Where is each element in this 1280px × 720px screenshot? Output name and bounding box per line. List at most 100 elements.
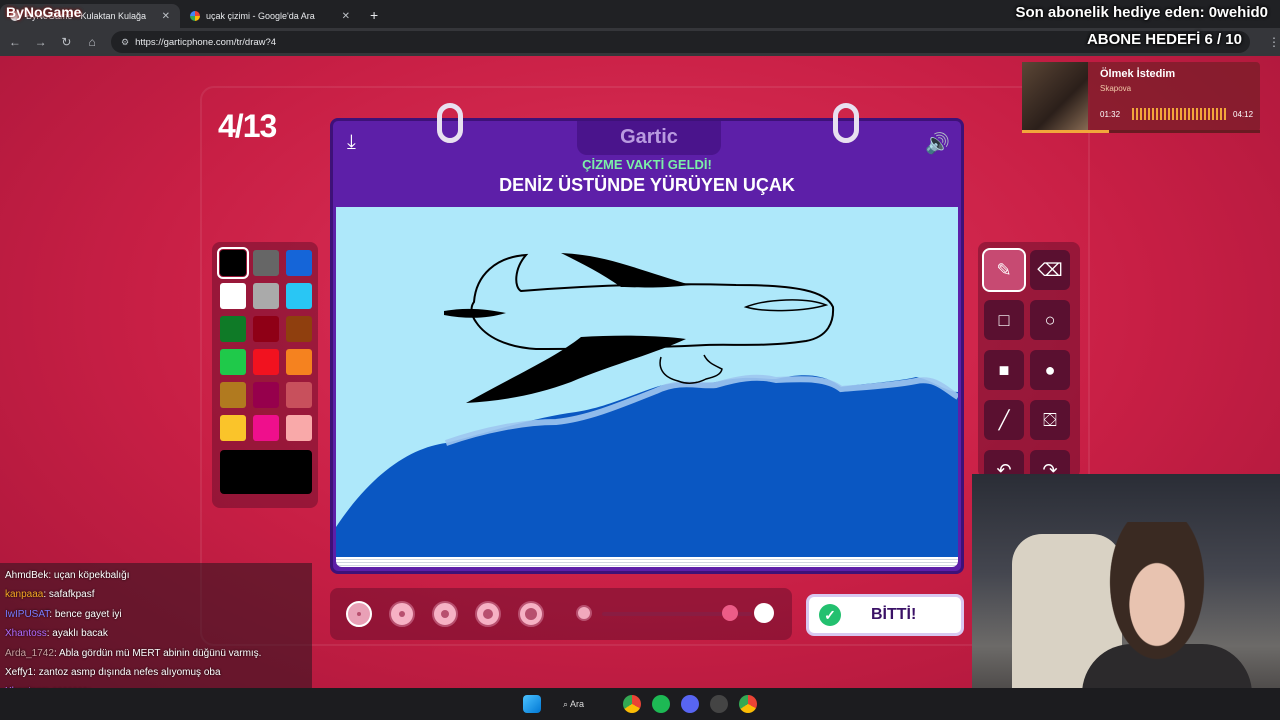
elapsed-time: 01:32: [1100, 110, 1121, 119]
close-tab-icon[interactable]: ✕: [342, 11, 350, 22]
brush-size-dot-icon: [399, 611, 405, 617]
color-swatch[interactable]: [253, 349, 279, 375]
airplane-top-wing: [561, 253, 691, 288]
line-icon[interactable]: ╱: [984, 400, 1024, 440]
chat-username: Xeffy1: [5, 666, 34, 678]
opacity-slider-handle[interactable]: [721, 605, 738, 621]
track-duration: 04:12: [1233, 110, 1254, 119]
track-progress-bar: [1022, 130, 1260, 133]
streamer-face: [1102, 522, 1212, 672]
color-swatch[interactable]: [286, 415, 312, 441]
color-swatch[interactable]: [220, 316, 246, 342]
check-icon: ✓: [819, 604, 841, 626]
tab-google-search[interactable]: uçak çizimi - Google'da Ara ✕: [180, 4, 360, 28]
url-text: https://garticphone.com/tr/draw?4: [135, 36, 277, 48]
color-swatch[interactable]: [220, 415, 246, 441]
sub-goal-text: ABONE HEDEFİ 6 / 10: [1086, 31, 1242, 48]
color-swatch[interactable]: [253, 316, 279, 342]
draw-time-subtitle: ÇİZME VAKTİ GELDİ!: [582, 157, 712, 172]
chrome-icon[interactable]: [623, 695, 641, 713]
drawing-canvas[interactable]: [336, 207, 958, 557]
binder-ring-right: [833, 103, 859, 143]
brush-size-2[interactable]: [389, 601, 415, 627]
circle-filled-icon[interactable]: ●: [1030, 350, 1070, 390]
color-swatch[interactable]: [286, 316, 312, 342]
close-tab-icon[interactable]: ✕: [162, 11, 170, 22]
color-swatch[interactable]: [253, 382, 279, 408]
chat-username: AhmdBek: [5, 570, 49, 581]
square-outline-icon[interactable]: □: [984, 300, 1024, 340]
chat-message: Xeffy1: zantoz asmp dışında nefes alıyom…: [5, 663, 307, 682]
chrome-profile-icon[interactable]: [739, 695, 757, 713]
color-swatch[interactable]: [253, 250, 279, 276]
chat-text: : uçan köpekbalığı: [48, 570, 130, 581]
color-swatch[interactable]: [286, 283, 312, 309]
menu-kebab-icon[interactable]: ⋮: [1268, 35, 1280, 49]
chat-text: : Abla gördün mü MERT abinin düğünü varm…: [53, 647, 262, 659]
back-arrow-icon[interactable]: ←: [8, 35, 22, 49]
color-swatch[interactable]: [217, 247, 249, 279]
done-button[interactable]: ✓ BİTTİ!: [806, 594, 964, 636]
color-swatch[interactable]: [253, 283, 279, 309]
home-icon[interactable]: ⌂: [85, 35, 99, 49]
track-progress-fill: [1022, 130, 1109, 133]
color-swatch[interactable]: [286, 349, 312, 375]
opacity-min-icon: [576, 605, 592, 621]
google-favicon-icon: [190, 11, 200, 21]
chat-text: : safafkpasf: [43, 589, 95, 601]
eraser-icon[interactable]: ⌫: [1030, 250, 1070, 290]
speaker-icon[interactable]: 🔊: [925, 131, 950, 156]
color-swatch[interactable]: [253, 415, 279, 441]
color-swatch[interactable]: [220, 349, 246, 375]
obs-icon[interactable]: [710, 695, 728, 713]
download-icon[interactable]: ⤓: [347, 131, 356, 154]
chat-message: Xhantoss: ayaklı bacak: [5, 624, 307, 643]
chat-message: AhmdBek: uçan köpekbalığı: [5, 566, 307, 585]
pencil-icon[interactable]: ✎: [982, 248, 1026, 292]
taskbar-search-label: Ara: [570, 699, 585, 709]
brush-size-5[interactable]: [518, 601, 544, 627]
color-swatch[interactable]: [220, 283, 246, 309]
brush-size-3[interactable]: [432, 601, 458, 627]
song-artist: Skapova: [1100, 84, 1132, 93]
spotify-icon[interactable]: [652, 695, 670, 713]
chat-text: : ayaklı bacak: [46, 628, 108, 640]
square-filled-icon[interactable]: ■: [984, 350, 1024, 390]
brush-size-dot-icon: [483, 609, 493, 619]
notepad-page-edges: [336, 557, 958, 567]
chat-username: IwIPUSAT: [5, 608, 50, 620]
discord-icon[interactable]: [681, 695, 699, 713]
airplane-foot: [659, 354, 723, 384]
chat-message: Arda_1742: Abla gördün mü MERT abinin dü…: [5, 644, 307, 663]
reload-icon[interactable]: ↻: [60, 35, 74, 49]
new-tab-icon[interactable]: +: [360, 4, 388, 28]
address-bar[interactable]: ⚙ https://garticphone.com/tr/draw?4: [111, 31, 1251, 53]
site-info-icon[interactable]: ⚙: [121, 37, 129, 48]
circle-outline-icon[interactable]: ○: [1030, 300, 1070, 340]
song-title: Ölmek İstedim: [1100, 68, 1176, 80]
color-swatch[interactable]: [286, 250, 312, 276]
forward-arrow-icon[interactable]: →: [34, 35, 48, 49]
color-swatch[interactable]: [286, 382, 312, 408]
brush-size-1[interactable]: [346, 601, 372, 627]
tab-title: uçak çizimi - Google'da Ara: [206, 11, 315, 21]
brush-size-4[interactable]: [475, 601, 501, 627]
drawing-notepad: Gartic ⤓ 🔊 ÇİZME VAKTİ GELDİ! DENİZ ÜSTÜ…: [330, 103, 964, 574]
tool-panel: ✎ ⌫ □ ○ ■ ● ╱ ⛋ ↶ ↷: [978, 242, 1080, 490]
color-swatch[interactable]: [220, 382, 246, 408]
chat-overlay: AhmdBek: uçan köpekbalığı kanpaaa: safafk…: [0, 563, 312, 701]
chat-text: : zantoz asmp dışında nefes alıyomuş oba: [33, 666, 221, 678]
round-counter: 4/13: [218, 108, 277, 144]
streamer-webcam: [972, 474, 1280, 720]
airplane-windows: [743, 299, 829, 312]
start-menu-icon[interactable]: [523, 695, 541, 713]
brush-size-dot-icon: [441, 610, 449, 618]
brush-size-dot-icon: [357, 612, 361, 616]
current-color-preview[interactable]: [220, 450, 312, 494]
chat-message: kanpaaa: safafkpasf: [5, 585, 307, 604]
taskbar-search[interactable]: ⌕ Ara: [563, 695, 607, 713]
fill-bucket-icon[interactable]: ⛋: [1030, 400, 1070, 440]
windows-taskbar: ⌕ Ara: [0, 688, 1280, 720]
opacity-max-icon: [754, 603, 774, 623]
sea-fill: [336, 375, 958, 557]
